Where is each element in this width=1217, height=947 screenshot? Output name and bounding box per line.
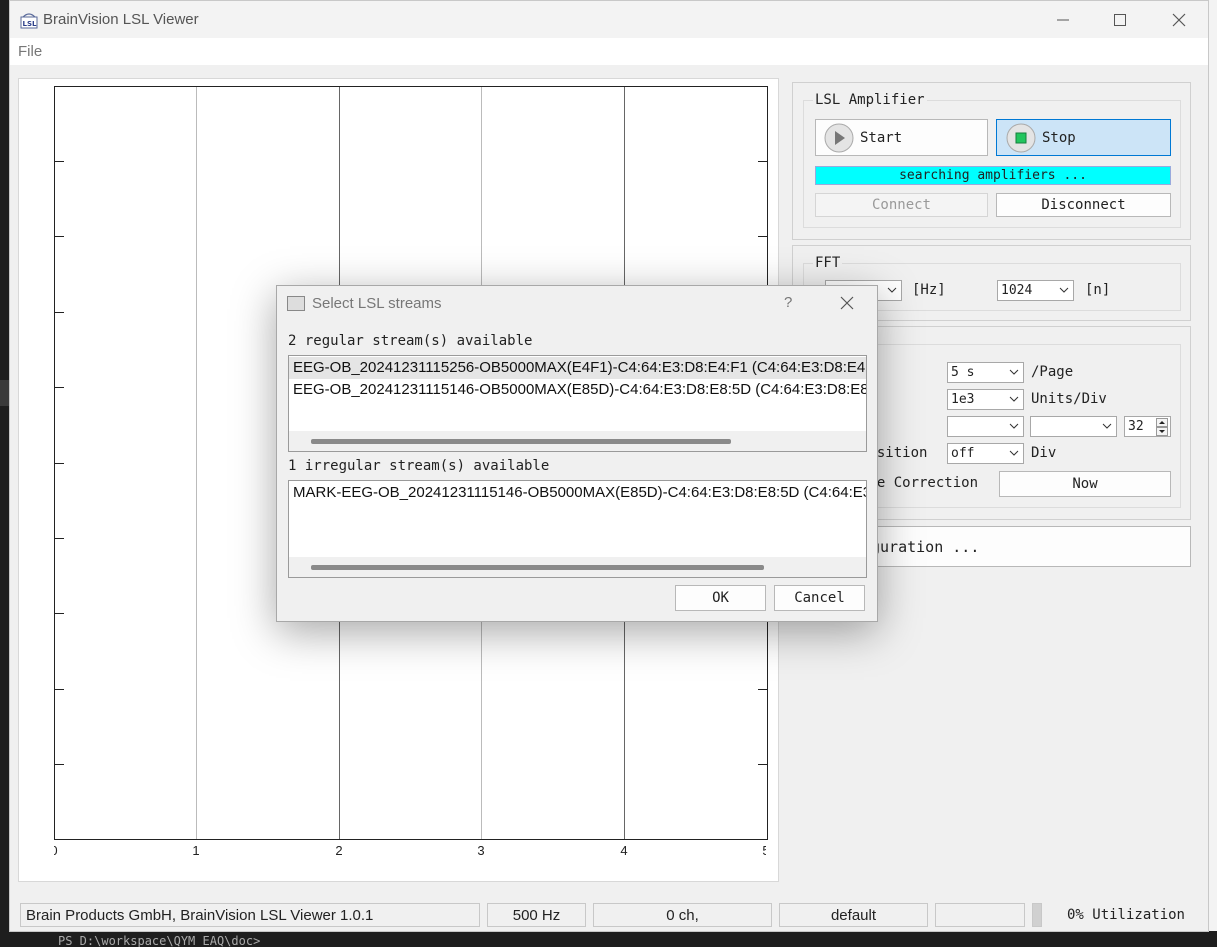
y-tick — [55, 538, 64, 539]
horizontal-scrollbar[interactable] — [289, 431, 866, 451]
y-tick — [55, 613, 64, 614]
chevron-down-icon — [1009, 369, 1019, 375]
scale-value: 1e3 — [951, 392, 975, 407]
amplifier-group-title: LSL Amplifier — [813, 92, 927, 108]
background-terminal: PS D:\workspace\QYM_EAQ\doc> — [0, 931, 1217, 947]
status-empty — [935, 903, 1025, 927]
y-tick — [55, 312, 64, 313]
horizontal-scrollbar[interactable] — [289, 557, 866, 577]
chevron-down-icon — [887, 287, 897, 293]
y-tick — [55, 387, 64, 388]
menu-file[interactable]: File — [18, 43, 42, 60]
ok-button[interactable]: OK — [675, 585, 766, 611]
chevron-down-icon — [1102, 423, 1112, 429]
irregular-streams-label: 1 irregular stream(s) available — [288, 458, 550, 474]
dialog-title: Select LSL streams — [312, 295, 442, 312]
timebase-combo[interactable]: 5 s — [947, 362, 1024, 383]
x-tick-label: 3 — [477, 843, 485, 858]
stop-button[interactable]: Stop — [996, 119, 1171, 156]
chevron-down-icon — [1009, 450, 1019, 456]
svg-text:LSL: LSL — [23, 20, 38, 28]
background-terminal-strip — [0, 380, 9, 406]
status-company: Brain Products GmbH, BrainVision LSL Vie… — [20, 903, 480, 927]
fft-n-value: 1024 — [1001, 283, 1033, 298]
spinbox-value: 32 — [1128, 419, 1144, 434]
scrollbar-thumb[interactable] — [311, 565, 764, 570]
y-tick — [758, 764, 767, 765]
menu-bar: File — [10, 38, 1208, 65]
grid-line — [196, 87, 197, 839]
y-tick — [758, 236, 767, 237]
utilization-progress — [1032, 903, 1042, 927]
channel-spinbox[interactable]: 32 — [1124, 416, 1171, 437]
x-tick-label: 2 — [335, 843, 343, 858]
help-button[interactable]: ? — [784, 294, 792, 311]
start-button[interactable]: Start — [815, 119, 988, 156]
disconnect-button[interactable]: Disconnect — [996, 193, 1171, 217]
timebase-unit: /Page — [1031, 364, 1074, 380]
y-tick — [758, 161, 767, 162]
y-tick — [55, 161, 64, 162]
position-value: off — [951, 446, 975, 461]
position-combo[interactable]: off — [947, 443, 1024, 464]
y-tick — [55, 236, 64, 237]
spin-up-icon[interactable] — [1156, 418, 1168, 427]
status-utilization: 0% Utilization — [1062, 903, 1190, 927]
chevron-down-icon — [1059, 287, 1069, 293]
maximize-icon — [1114, 13, 1126, 26]
start-button-label: Start — [860, 129, 903, 146]
title-bar: LSL BrainVision LSL Viewer — [10, 1, 1208, 38]
close-icon — [1172, 13, 1186, 26]
scale-combo[interactable]: 1e3 — [947, 389, 1024, 410]
spin-down-icon[interactable] — [1156, 427, 1168, 436]
stop-icon — [1006, 123, 1036, 152]
connect-button[interactable]: Connect — [815, 193, 988, 217]
terminal-prompt: PS D:\workspace\QYM_EAQ\doc> — [58, 934, 261, 947]
fft-group-title: FFT — [813, 255, 843, 271]
x-tick-label: 4 — [620, 843, 628, 858]
status-mode: default — [779, 903, 928, 927]
y-tick — [55, 764, 64, 765]
stop-button-label: Stop — [1042, 129, 1076, 146]
fft-hz-unit: [Hz] — [912, 282, 946, 298]
y-tick — [55, 689, 64, 690]
chevron-down-icon — [1009, 396, 1019, 402]
scrollbar-thumb[interactable] — [311, 439, 731, 444]
cancel-button[interactable]: Cancel — [774, 585, 865, 611]
channel-combo-1[interactable] — [947, 416, 1024, 437]
fft-n-combo[interactable]: 1024 — [997, 280, 1074, 301]
y-tick — [758, 689, 767, 690]
close-icon[interactable] — [840, 296, 854, 310]
play-icon — [824, 123, 854, 152]
amplifier-status-bar: searching amplifiers ... — [815, 166, 1171, 185]
chevron-down-icon — [1009, 423, 1019, 429]
close-button[interactable] — [1150, 1, 1208, 38]
window-title: BrainVision LSL Viewer — [43, 11, 199, 28]
irregular-streams-list[interactable]: MARK-EEG-OB_20241231115146-OB5000MAX(E85… — [288, 480, 867, 578]
status-sample-rate: 500 Hz — [487, 903, 586, 927]
dialog-icon — [287, 296, 305, 311]
minimize-icon — [1057, 19, 1069, 20]
maximize-button[interactable] — [1091, 1, 1149, 38]
y-tick — [55, 463, 64, 464]
baseline-now-button[interactable]: Now — [999, 471, 1171, 497]
regular-streams-label: 2 regular stream(s) available — [288, 333, 533, 349]
app-lsl-icon: LSL — [20, 13, 38, 29]
x-tick-label: 1 — [192, 843, 200, 858]
channel-combo-2[interactable] — [1030, 416, 1117, 437]
scale-unit: Units/Div — [1031, 391, 1107, 407]
fft-n-unit: [n] — [1085, 282, 1111, 298]
list-item[interactable]: EEG-OB_20241231115256-OB5000MAX(E4F1)-C4… — [289, 357, 866, 379]
list-item[interactable]: EEG-OB_20241231115146-OB5000MAX(E85D)-C4… — [289, 379, 866, 401]
regular-streams-list[interactable]: EEG-OB_20241231115256-OB5000MAX(E4F1)-C4… — [288, 355, 867, 452]
minimize-button[interactable] — [1034, 1, 1092, 38]
status-channels: 0 ch, — [593, 903, 772, 927]
select-streams-dialog: Select LSL streams ? 2 regular stream(s)… — [276, 285, 878, 622]
position-unit: Div — [1031, 445, 1057, 461]
timebase-value: 5 s — [951, 365, 975, 380]
list-item[interactable]: MARK-EEG-OB_20241231115146-OB5000MAX(E85… — [289, 482, 866, 504]
